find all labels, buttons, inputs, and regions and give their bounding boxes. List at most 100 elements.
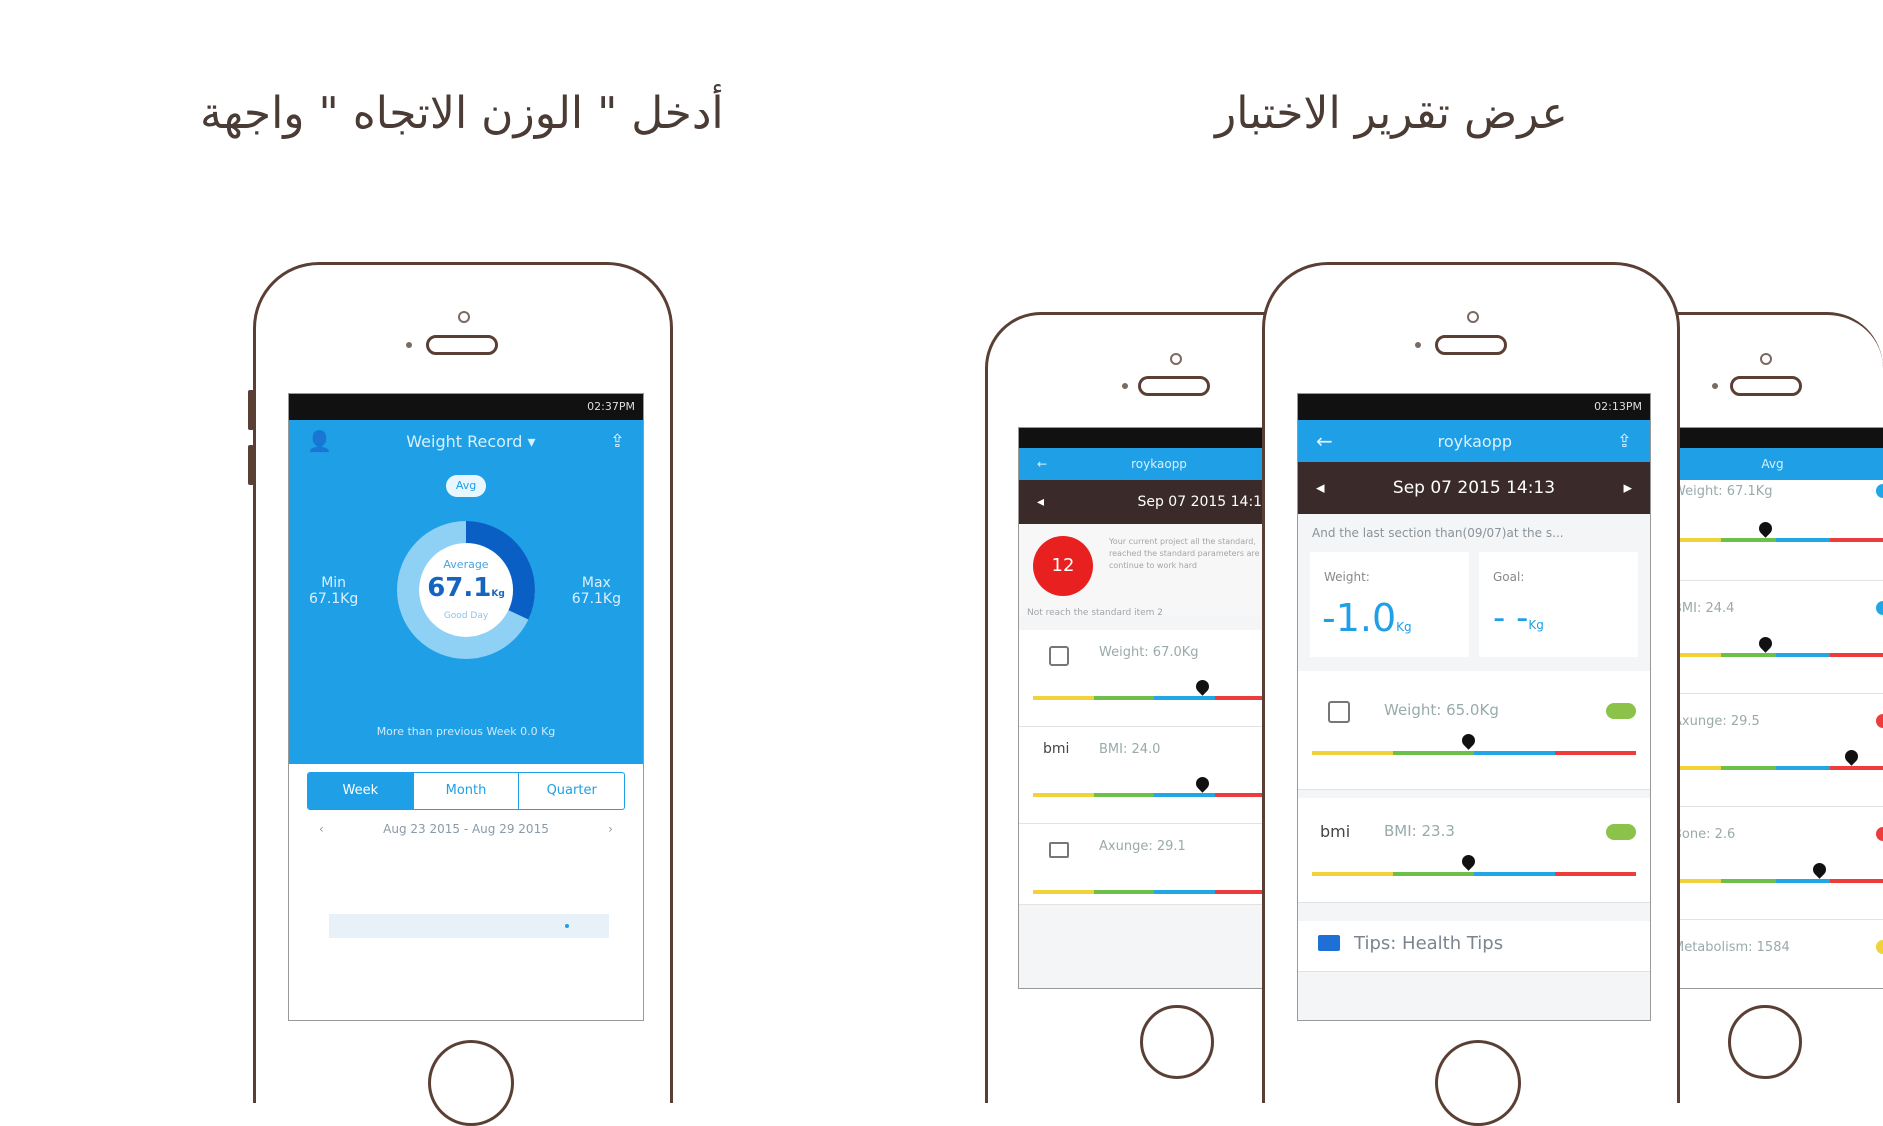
tab-quarter[interactable]: Quarter [518, 773, 624, 809]
phone-report-right: Avg Weight: 67.1Kg BMI: 24.4 Axunge: 29.… [1660, 312, 1883, 1103]
tips-row[interactable]: Tips: Health Tips [1298, 921, 1650, 972]
speaker [1435, 335, 1507, 355]
status-bar [1019, 428, 1289, 448]
score-text: Your current project all the standard, r… [1109, 537, 1271, 570]
camera-icon [458, 311, 470, 323]
goal-card: Goal: - -Kg [1479, 552, 1638, 657]
phone-report-left: ← roykaopp ◂ Sep 07 2015 14:10 12 Your c… [985, 312, 1290, 1103]
caption-test-report: عرض تقرير الاختبار [1215, 88, 1568, 139]
report-intro: And the last section than(09/07)at the s… [1312, 526, 1564, 540]
normal-badge [1606, 703, 1636, 719]
status-bar: 02:13PM [1298, 394, 1650, 420]
nav-title: Avg [1761, 457, 1784, 471]
bone-marker [1810, 860, 1829, 879]
nav-title: roykaopp [1131, 457, 1187, 471]
weight-change-value: -1.0 [1322, 596, 1397, 640]
bmi-text: BMI: 24.4 [1673, 601, 1735, 616]
share-icon[interactable]: ⇪ [1617, 431, 1632, 452]
weight-record-dropdown[interactable]: Weight Record ▾ [406, 432, 535, 451]
list-item-weight[interactable]: Weight: 67.1Kg [1661, 480, 1883, 581]
goal-label: Goal: [1493, 570, 1525, 584]
list-item-axunge[interactable]: Axunge: 29.1 [1019, 824, 1289, 905]
scale-icon [1328, 701, 1350, 723]
prev-date-icon[interactable]: ◂ [1037, 494, 1044, 510]
status-dot [1876, 484, 1883, 498]
prev-date-icon[interactable]: ◂ [1316, 478, 1325, 498]
list-item-metabolism[interactable]: Metabolism: 1584 [1661, 920, 1883, 988]
list-item-weight[interactable]: Weight: 65.0Kg [1298, 671, 1650, 790]
book-icon [1318, 935, 1340, 951]
fat-icon [1049, 842, 1069, 858]
person-icon[interactable]: 👤 [307, 429, 332, 453]
score-badge: 12 [1033, 536, 1093, 596]
axunge-text: Axunge: 29.5 [1673, 714, 1760, 729]
back-arrow-icon[interactable]: ← [1316, 429, 1333, 453]
scale-icon [1049, 646, 1069, 666]
period-tabs: Week Month Quarter [307, 772, 625, 810]
trend-point [565, 924, 569, 928]
home-button[interactable] [428, 1040, 514, 1126]
status-bar [1661, 428, 1883, 448]
weight-marker [1755, 519, 1775, 538]
weight-marker [1193, 677, 1213, 696]
weight-change-card: Weight: -1.0Kg [1310, 552, 1469, 657]
goal-unit: Kg [1528, 618, 1544, 632]
bmi-marker [1193, 774, 1213, 793]
weight-change-label: Weight: [1324, 570, 1370, 584]
weight-header-panel: 👤 Weight Record ▾ ⇪ Avg Average 67.1Kg G… [289, 420, 643, 764]
date-range: Aug 23 2015 - Aug 29 2015 [383, 822, 549, 836]
next-date-icon[interactable]: ▸ [1623, 478, 1632, 498]
max-value: 67.1Kg [571, 591, 621, 607]
list-item-weight[interactable]: Weight: 67.0Kg [1019, 630, 1289, 727]
list-item-bmi[interactable]: BMI: 24.4 [1661, 581, 1883, 694]
axunge-text: Axunge: 29.1 [1099, 839, 1186, 854]
home-button[interactable] [1140, 1005, 1214, 1079]
screen: 02:37PM 👤 Weight Record ▾ ⇪ Avg Average … [288, 393, 644, 1021]
max-label: Max [581, 575, 611, 591]
status-dot [1876, 940, 1883, 954]
average-label: Average [443, 558, 489, 571]
nav-title: roykaopp [1437, 431, 1513, 451]
comparison-summary: More than previous Week 0.0 Kg [376, 725, 556, 738]
status-dot [1876, 601, 1883, 615]
list-item-bmi[interactable]: bmi BMI: 23.3 [1298, 798, 1650, 903]
weight-marker [1458, 731, 1478, 750]
list-item-bmi[interactable]: bmi BMI: 24.0 [1019, 727, 1289, 824]
share-icon[interactable]: ⇪ [610, 431, 625, 452]
axunge-marker [1842, 747, 1862, 766]
bmi-text: BMI: 24.0 [1099, 742, 1161, 757]
tab-week[interactable]: Week [308, 773, 413, 809]
list-item-bone[interactable]: Bone: 2.6 [1661, 807, 1883, 920]
speaker [1138, 376, 1210, 396]
average-unit: Kg [491, 589, 505, 599]
camera-icon [1467, 311, 1479, 323]
weight-text: Weight: 65.0Kg [1384, 701, 1499, 719]
min-label: Min [321, 575, 347, 591]
goal-value: - - [1493, 598, 1529, 638]
phone-weight-trend: 02:37PM 👤 Weight Record ▾ ⇪ Avg Average … [248, 262, 673, 1126]
back-arrow-icon[interactable]: ← [1037, 457, 1047, 471]
caption-weight-trend: أدخل " الوزن الاتجاه " واجهة [200, 88, 724, 139]
home-button[interactable] [1435, 1040, 1521, 1126]
screen: 02:13PM ← roykaopp ⇪ ◂ Sep 07 2015 14:13… [1297, 393, 1651, 1021]
bmi-marker [1755, 634, 1775, 653]
screen: Avg Weight: 67.1Kg BMI: 24.4 Axunge: 29.… [1660, 427, 1883, 989]
average-pill[interactable]: Avg [446, 475, 486, 497]
normal-badge [1606, 824, 1636, 840]
prev-range-icon[interactable]: ‹ [319, 822, 324, 836]
home-button[interactable] [1728, 1005, 1802, 1079]
min-value: 67.1Kg [309, 591, 359, 607]
bmi-icon: bmi [1320, 822, 1351, 841]
tips-text: Tips: Health Tips [1354, 933, 1504, 954]
camera-icon [1170, 353, 1182, 365]
speaker [426, 335, 498, 355]
bmi-text: BMI: 23.3 [1384, 822, 1455, 840]
tab-month[interactable]: Month [412, 773, 519, 809]
report-date: Sep 07 2015 14:13 [1392, 478, 1556, 498]
weight-text: Weight: 67.1Kg [1673, 484, 1773, 499]
summary-cards: Weight: -1.0Kg Goal: - -Kg [1298, 552, 1650, 657]
list-item-axunge[interactable]: Axunge: 29.5 [1661, 694, 1883, 807]
next-range-icon[interactable]: › [608, 822, 613, 836]
bmi-marker [1458, 852, 1478, 871]
bone-text: Bone: 2.6 [1673, 827, 1736, 842]
